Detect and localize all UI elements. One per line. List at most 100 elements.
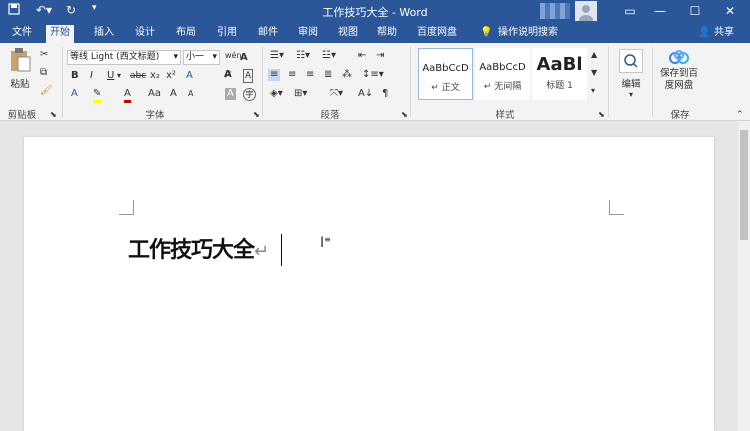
format-painter-icon[interactable]: 🖌: [40, 85, 53, 97]
justify-icon[interactable]: ≣: [324, 69, 332, 81]
margin-mark: [119, 200, 134, 215]
shrink-font-button[interactable]: A: [188, 88, 193, 100]
account-name-pixelated: [540, 3, 570, 19]
tab-references[interactable]: 引用: [213, 25, 241, 43]
chevron-down-icon: ▾: [628, 90, 633, 99]
paste-icon: [11, 48, 31, 72]
tab-baidu-netdisk[interactable]: 百度网盘: [413, 25, 461, 43]
save-to-baidu-button[interactable]: 保存到百度网盘: [656, 49, 702, 92]
collapse-ribbon-icon[interactable]: ⌃: [736, 109, 744, 121]
style-name: 标题 1: [546, 81, 573, 91]
cut-icon[interactable]: ✂: [40, 49, 48, 61]
share-button[interactable]: 共享: [710, 25, 738, 43]
multilevel-list-icon[interactable]: ☳▾: [322, 50, 336, 62]
scroll-up-icon[interactable]: ▲: [591, 49, 597, 61]
save-group-label: 保存: [670, 110, 690, 121]
enclosed-char-icon[interactable]: 字: [243, 88, 256, 101]
scrollbar-thumb[interactable]: [740, 130, 748, 240]
char-shading-button[interactable]: A: [225, 88, 236, 100]
distributed-icon[interactable]: ⁂: [342, 69, 352, 81]
text-effects-icon[interactable]: A: [71, 88, 78, 100]
bullets-icon[interactable]: ☰▾: [270, 50, 284, 62]
char-border-icon[interactable]: A: [243, 69, 254, 83]
clipboard-launcher-icon[interactable]: ⬊: [50, 109, 57, 121]
document-page[interactable]: 工作技巧大全↵ I≡: [24, 137, 714, 431]
font-name-value: 等线 Light (西文标题): [70, 52, 160, 62]
show-marks-icon[interactable]: ¶: [382, 88, 388, 100]
maximize-icon[interactable]: ☐: [680, 0, 710, 22]
clear-formatting-icon[interactable]: A̷: [224, 69, 232, 81]
tab-view[interactable]: 视图: [334, 25, 362, 43]
text-cursor: [281, 234, 282, 266]
title-bar: ↶▾ ↻ ▾ 工作技巧大全 - Word ▭ — ☐ ✕: [0, 0, 750, 25]
style-preview: AaBbCcD: [422, 63, 469, 74]
sort-icon[interactable]: A↓: [358, 88, 373, 100]
more-styles-icon[interactable]: ▾: [591, 85, 595, 97]
paragraph-mark: ↵: [254, 241, 269, 262]
text-effects-button[interactable]: A: [186, 70, 193, 82]
paste-button[interactable]: 粘贴: [8, 47, 32, 90]
decrease-indent-icon[interactable]: ⇤: [358, 50, 366, 62]
avatar[interactable]: [575, 1, 597, 25]
font-size-box[interactable]: 小一 ▾: [183, 50, 220, 65]
change-case-button[interactable]: Aa: [148, 88, 161, 100]
shading-icon[interactable]: ◈▾: [270, 88, 283, 100]
style-preview: AaBl: [536, 54, 583, 75]
style-normal[interactable]: AaBbCcD ↵ 正文: [418, 48, 473, 100]
borders-icon[interactable]: ⊞▾: [294, 88, 307, 100]
tab-design[interactable]: 设计: [131, 25, 159, 43]
scroll-down-icon[interactable]: ▼: [591, 67, 597, 79]
style-name: ↵ 正文: [431, 83, 460, 93]
align-center-icon[interactable]: ≡: [288, 69, 296, 81]
tab-help[interactable]: 帮助: [373, 25, 401, 43]
i-beam-cursor-icon: I≡: [320, 235, 331, 251]
underline-button[interactable]: U: [107, 70, 114, 82]
tab-layout[interactable]: 布局: [172, 25, 200, 43]
tab-review[interactable]: 审阅: [294, 25, 322, 43]
tab-file[interactable]: 文件: [8, 25, 36, 43]
tell-me-search[interactable]: 操作说明搜索: [494, 25, 562, 43]
align-left-icon[interactable]: ≡: [268, 69, 281, 81]
align-right-icon[interactable]: ≡: [306, 69, 314, 81]
ribbon-display-icon[interactable]: ▭: [615, 0, 645, 22]
editing-button[interactable]: 编辑 ▾: [614, 49, 648, 99]
baidu-cloud-icon: [669, 50, 689, 64]
enclose-characters-icon[interactable]: A: [240, 52, 248, 64]
copy-icon[interactable]: ⧉: [40, 67, 47, 79]
font-group-label: 字体: [145, 110, 165, 121]
strikethrough-button[interactable]: abc: [130, 70, 146, 82]
numbering-icon[interactable]: ☷▾: [296, 50, 310, 62]
ribbon-tabs: 文件 开始 插入 设计 布局 引用 邮件 审阅 视图 帮助 百度网盘 💡 操作说…: [0, 22, 750, 43]
subscript-button[interactable]: x₂: [150, 70, 160, 82]
grow-font-button[interactable]: A: [170, 88, 177, 100]
increase-indent-icon[interactable]: ⇥: [376, 50, 384, 62]
font-launcher-icon[interactable]: ⬊: [253, 109, 260, 121]
paragraph-group-label: 段落: [320, 110, 340, 121]
asian-layout-icon[interactable]: ⤧▾: [330, 88, 343, 100]
document-heading[interactable]: 工作技巧大全↵: [128, 232, 269, 264]
paragraph-launcher-icon[interactable]: ⬊: [401, 109, 408, 121]
tab-insert[interactable]: 插入: [90, 25, 118, 43]
close-icon[interactable]: ✕: [715, 0, 745, 22]
superscript-button[interactable]: x²: [166, 70, 176, 82]
chevron-down-icon[interactable]: ▾: [212, 51, 217, 64]
style-heading1[interactable]: AaBl 标题 1: [532, 48, 587, 100]
styles-group-label: 样式: [495, 110, 515, 121]
font-name-box[interactable]: 等线 Light (西文标题) ▾: [67, 50, 181, 65]
style-name: ↵ 无间隔: [483, 82, 522, 92]
tab-home[interactable]: 开始: [46, 25, 74, 43]
highlight-color-button[interactable]: ✎: [93, 88, 102, 103]
bold-button[interactable]: B: [71, 70, 79, 82]
tab-mailings[interactable]: 邮件: [254, 25, 282, 43]
chevron-down-icon[interactable]: ▾: [117, 70, 121, 82]
font-color-button[interactable]: A: [124, 88, 131, 103]
italic-button[interactable]: I: [90, 70, 93, 82]
style-no-spacing[interactable]: AaBbCcD ↵ 无间隔: [475, 48, 530, 100]
styles-launcher-icon[interactable]: ⬊: [598, 109, 605, 121]
font-size-value: 小一: [186, 52, 205, 62]
line-spacing-icon[interactable]: ↕≡▾: [362, 69, 384, 81]
heading-text: 工作技巧大全: [128, 238, 255, 263]
chevron-down-icon[interactable]: ▾: [173, 51, 178, 64]
style-preview: AaBbCcD: [479, 62, 526, 73]
minimize-icon[interactable]: —: [645, 0, 675, 22]
